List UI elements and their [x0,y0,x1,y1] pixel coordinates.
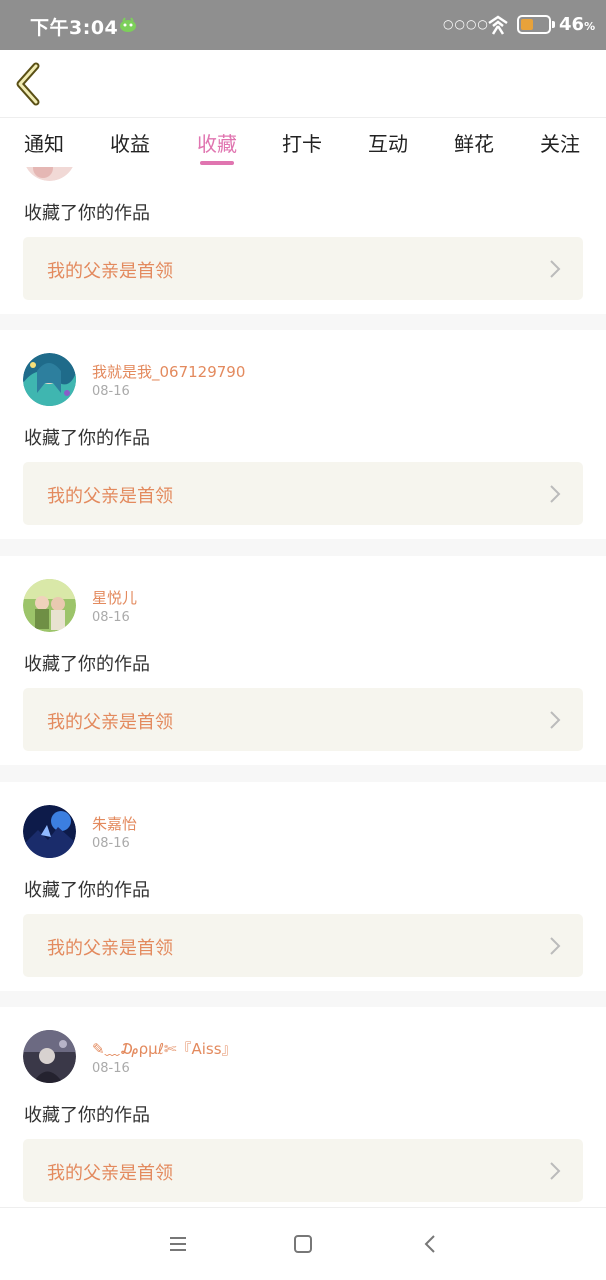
app-notification-icon [120,17,136,32]
status-bar: 下午3:04 ○○○○ 46% [0,0,606,50]
tab-favorites[interactable]: 收藏 [197,128,237,157]
feed-card: 朱嘉怡 08-16 收藏了你的作品 我的父亲是首领 [0,782,606,991]
chevron-left-icon [16,62,40,106]
user-avatar[interactable] [23,805,76,858]
action-text: 收藏了你的作品 [24,203,150,224]
user-name[interactable]: ✎﹏₯ρμℓ✄『Aiss』 [92,1038,237,1059]
user-name[interactable]: 朱嘉怡 [92,813,137,834]
work-link[interactable]: 我的父亲是首领 [23,462,583,525]
wifi-icon [488,15,508,35]
favorites-feed[interactable]: 收藏了你的作品 我的父亲是首领 我就是我_067129790 08-16 收藏了… [0,167,606,1207]
back-button[interactable] [10,62,50,106]
tab-follows[interactable]: 关注 [540,128,580,157]
user-name[interactable]: 星悦儿 [92,587,137,608]
battery-icon [517,15,551,34]
work-link[interactable]: 我的父亲是首领 [23,237,583,300]
tab-bar: 通知 收益 收藏 打卡 互动 鲜花 关注 [0,117,606,167]
tab-checkin[interactable]: 打卡 [282,128,322,157]
action-text: 收藏了你的作品 [24,428,150,449]
work-title: 我的父亲是首领 [47,712,173,733]
user-name[interactable]: 我就是我_067129790 [92,361,245,382]
chevron-right-icon [550,711,561,729]
battery-level [521,19,533,30]
signal-strength-icon: ○○○○ [443,17,489,31]
action-text: 收藏了你的作品 [24,880,150,901]
user-avatar[interactable] [23,1030,76,1083]
user-avatar[interactable] [23,167,76,181]
work-link[interactable]: 我的父亲是首领 [23,688,583,751]
tab-flowers[interactable]: 鲜花 [454,128,494,157]
tab-earnings[interactable]: 收益 [110,128,150,157]
post-date: 08-16 [92,1061,130,1076]
chevron-right-icon [550,485,561,503]
action-text: 收藏了你的作品 [24,654,150,675]
work-link[interactable]: 我的父亲是首领 [23,1139,583,1202]
user-avatar[interactable] [23,579,76,632]
feed-card: ✎﹏₯ρμℓ✄『Aiss』 08-16 收藏了你的作品 我的父亲是首领 [0,1007,606,1207]
battery-percentage: 46% [559,14,595,35]
chevron-right-icon [550,1162,561,1180]
work-title: 我的父亲是首领 [47,1163,173,1184]
work-title: 我的父亲是首领 [47,486,173,507]
post-date: 08-16 [92,384,130,399]
tab-interactions[interactable]: 互动 [368,128,408,157]
chevron-right-icon [550,260,561,278]
menu-icon[interactable] [166,1232,190,1256]
home-square-icon[interactable] [291,1232,315,1256]
back-triangle-icon[interactable] [419,1232,443,1256]
work-link[interactable]: 我的父亲是首领 [23,914,583,977]
post-date: 08-16 [92,836,130,851]
user-avatar[interactable] [23,353,76,406]
tab-notifications[interactable]: 通知 [24,128,64,157]
battery-percent-unit: % [584,20,596,33]
status-time: 下午3:04 [30,17,119,39]
work-title: 我的父亲是首领 [47,938,173,959]
top-nav-bar [0,50,606,116]
feed-card: 星悦儿 08-16 收藏了你的作品 我的父亲是首领 [0,556,606,765]
feed-card: 收藏了你的作品 我的父亲是首领 [0,167,606,314]
work-title: 我的父亲是首领 [47,261,173,282]
system-nav-bar [0,1207,606,1280]
feed-card: 我就是我_067129790 08-16 收藏了你的作品 我的父亲是首领 [0,330,606,539]
chevron-right-icon [550,937,561,955]
battery-percent-value: 46 [559,14,585,35]
active-tab-indicator [200,161,234,165]
post-date: 08-16 [92,610,130,625]
action-text: 收藏了你的作品 [24,1105,150,1126]
battery-tip [552,21,555,28]
